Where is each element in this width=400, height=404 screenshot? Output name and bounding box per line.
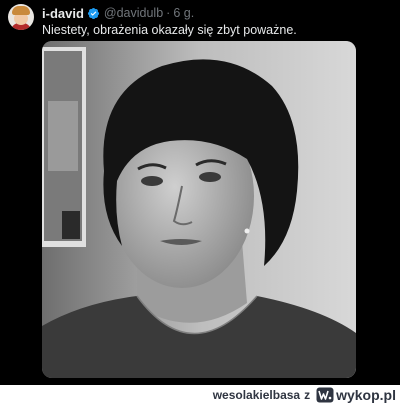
wykop-logo-icon <box>316 387 334 402</box>
wykop-site-name: wykop.pl <box>336 386 396 403</box>
verified-badge-icon <box>87 7 99 19</box>
tweet-text: Niestety, obrażenia okazały się zbyt pow… <box>42 23 297 37</box>
tweet: i-david @davidulb · 6 g. Niestety, obraż… <box>0 0 400 385</box>
timestamp[interactable]: 6 g. <box>173 6 194 20</box>
handle[interactable]: @davidulb <box>104 6 163 20</box>
wykop-logo[interactable]: wykop.pl <box>316 387 396 403</box>
portrait-photo <box>42 41 356 378</box>
watermark-user-suffix: z <box>304 387 311 402</box>
tweet-photo[interactable] <box>42 41 356 378</box>
display-name[interactable]: i-david <box>42 6 84 21</box>
watermark-username[interactable]: wesolakielbasa <box>213 388 300 402</box>
tweet-header: i-david @davidulb · 6 g. <box>42 5 194 21</box>
separator-dot: · <box>166 6 171 20</box>
profile-avatar[interactable] <box>8 4 34 30</box>
watermark-bar: wesolakielbasa z wykop.pl <box>0 385 400 404</box>
